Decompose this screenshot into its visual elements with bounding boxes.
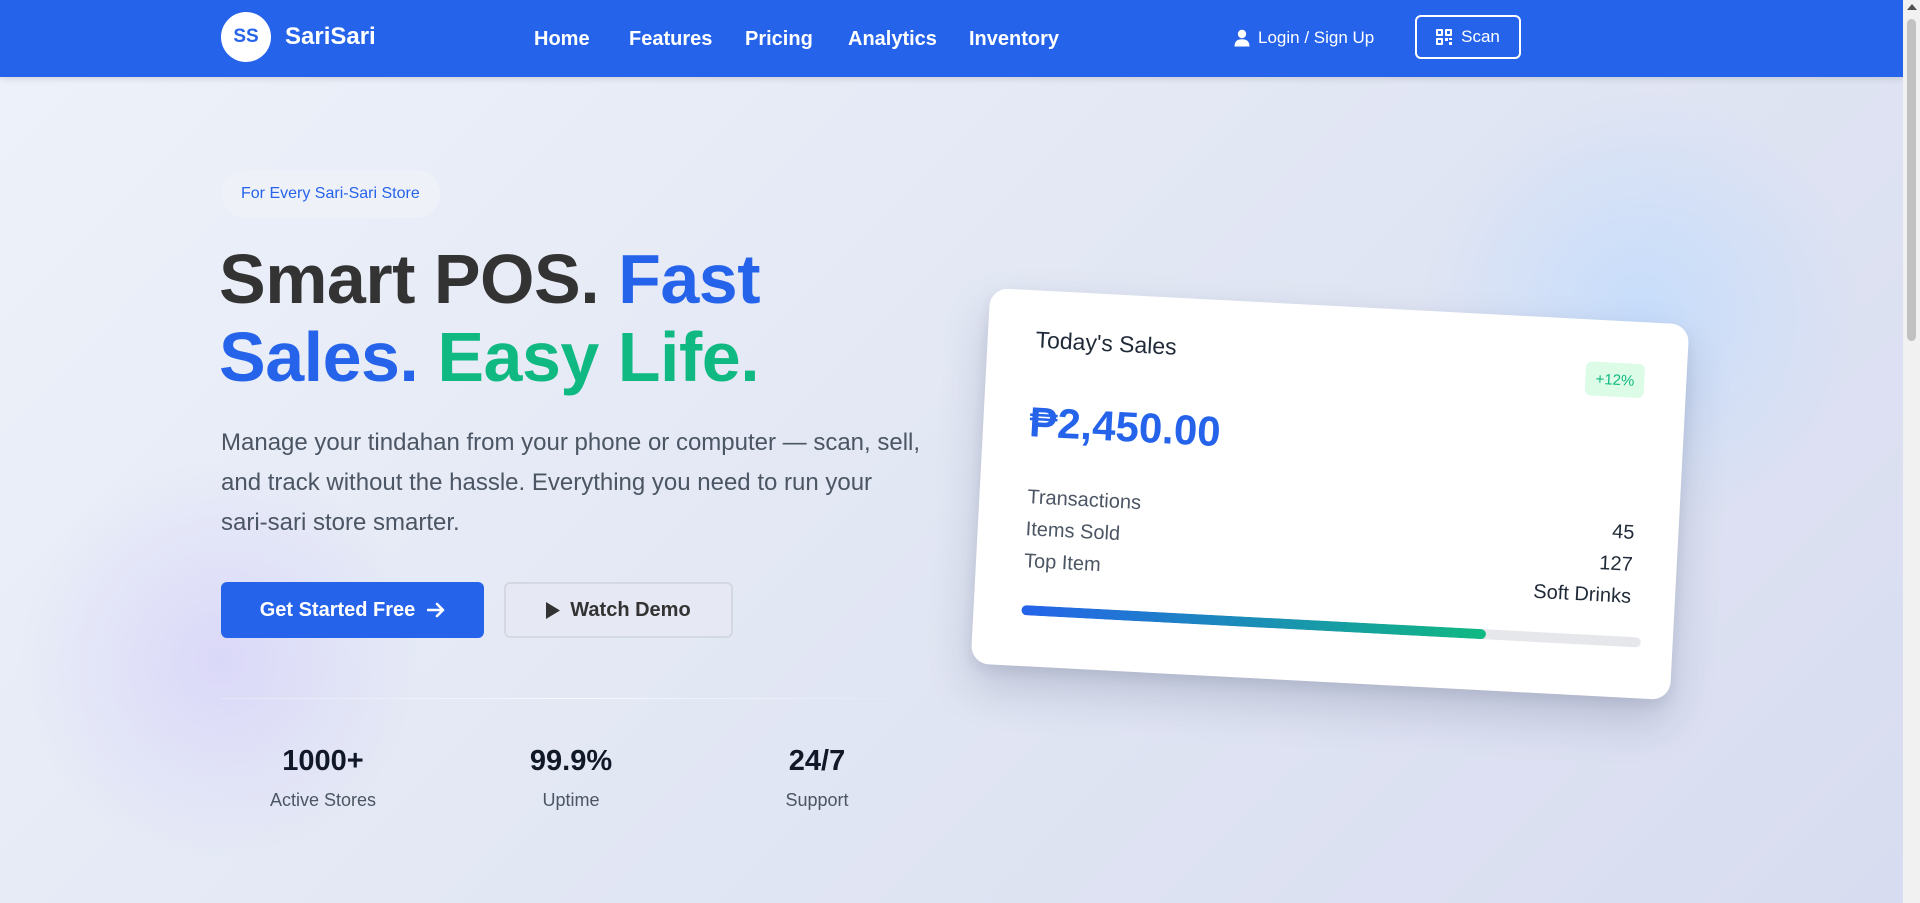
login-label: Login / Sign Up: [1258, 28, 1375, 47]
stat-label: Support: [785, 790, 849, 810]
stat-value: 24/7: [788, 745, 846, 777]
nav-link-pricing[interactable]: Pricing: [745, 27, 813, 51]
hero-badge: For Every Sari-Sari Store: [221, 170, 440, 218]
watch-demo-label: Watch Demo: [570, 598, 691, 621]
user-icon: [1234, 29, 1250, 47]
label-transactions: Transactions: [1026, 486, 1142, 515]
get-started-button[interactable]: Get Started Free: [221, 582, 484, 638]
play-icon: [546, 601, 561, 619]
stat-support: 24/7 Support: [717, 744, 917, 811]
scan-button[interactable]: Scan: [1415, 15, 1521, 59]
label-items-sold: Items Sold: [1025, 518, 1121, 546]
stat-label: Uptime: [542, 790, 600, 810]
nav-link-home[interactable]: Home: [534, 27, 590, 51]
qr-code-icon: [1436, 29, 1453, 45]
stat-value: 1000+: [282, 745, 364, 777]
value-transactions: 45: [1611, 520, 1635, 544]
hero-description: Manage your tindahan from your phone or …: [221, 429, 921, 536]
stat-label: Active Stores: [269, 790, 377, 810]
hero-title: Smart POS. Fast Sales. Easy Life.: [219, 240, 919, 396]
brand-name[interactable]: SariSari: [285, 22, 376, 52]
stat-active-stores: 1000+ Active Stores: [223, 744, 423, 811]
label-top-item: Top Item: [1023, 550, 1102, 577]
hero-title-part3: Easy Life.: [437, 318, 760, 396]
stat-uptime: 99.9% Uptime: [471, 744, 671, 811]
arrow-right-icon: [427, 602, 445, 618]
scan-label: Scan: [1461, 27, 1500, 46]
nav-link-features[interactable]: Features: [629, 27, 712, 51]
scroll-up-arrow-icon[interactable]: [1907, 4, 1917, 10]
hero-title-part1: Smart POS.: [219, 240, 600, 318]
watch-demo-button[interactable]: Watch Demo: [504, 582, 733, 638]
navbar: SS SariSari Home Features Pricing Analyt…: [0, 0, 1903, 77]
value-top-item: Soft Drinks: [1532, 580, 1632, 608]
todays-sales-card: Today's Sales +12% ₱2,450.00 Transaction…: [970, 287, 1690, 701]
page-scrollbar[interactable]: [1903, 0, 1920, 903]
login-signup-link[interactable]: Login / Sign Up: [1234, 25, 1374, 51]
sales-progress-bar: [1021, 605, 1641, 648]
sales-amount: ₱2,450.00: [1028, 398, 1222, 456]
sales-progress-fill: [1021, 605, 1487, 640]
nav-link-inventory[interactable]: Inventory: [969, 27, 1059, 51]
growth-badge: +12%: [1584, 361, 1646, 399]
value-items-sold: 127: [1598, 552, 1634, 576]
get-started-label: Get Started Free: [259, 598, 416, 621]
nav-link-analytics[interactable]: Analytics: [848, 27, 937, 51]
stat-value: 99.9%: [529, 745, 613, 777]
logo-badge[interactable]: SS: [221, 12, 271, 62]
card-title: Today's Sales: [1035, 326, 1178, 360]
scroll-thumb[interactable]: [1907, 19, 1916, 341]
stats-divider: [221, 698, 921, 699]
